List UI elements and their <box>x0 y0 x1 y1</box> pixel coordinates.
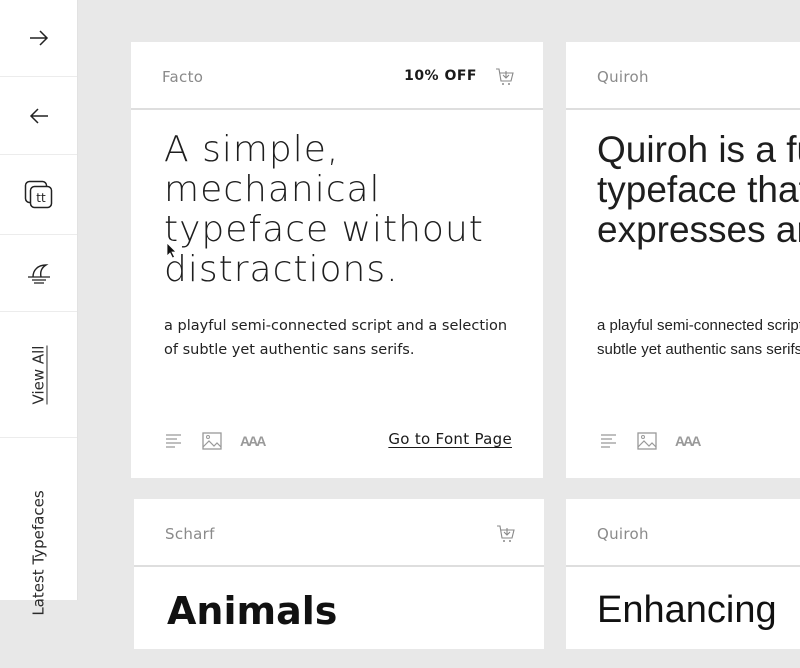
font-card-quiroh-2: Quiroh Enhancing <box>566 499 800 649</box>
svg-text:tt: tt <box>36 191 46 205</box>
font-card-scharf: Scharf Animals <box>134 499 544 649</box>
font-headline-sample: A simple, mechanical typeface without di… <box>164 129 484 290</box>
tt-stack-icon: tt <box>24 180 52 208</box>
font-headline-sample: Quiroh is a functional typeface that exp… <box>597 129 800 250</box>
font-size-icon[interactable]: AAA <box>240 431 266 451</box>
font-headline-sample: Enhancing <box>597 589 777 631</box>
font-size-icon[interactable]: AAA <box>675 431 701 451</box>
view-all-link-wrap: View All <box>0 312 77 438</box>
view-all-link[interactable]: View All <box>30 345 48 404</box>
go-to-font-page-link[interactable]: Go to Font Page <box>388 430 512 448</box>
card-header: Quiroh <box>566 499 800 567</box>
arrow-right-icon <box>29 30 48 46</box>
mouse-cursor-icon <box>166 242 177 259</box>
image-icon[interactable] <box>202 431 222 451</box>
font-card-quiroh: Quiroh Quiroh is a functional typeface t… <box>566 42 800 478</box>
font-name: Quiroh <box>597 68 649 86</box>
font-description: a playful semi-connected script and a se… <box>597 317 800 358</box>
section-label: Latest Typefaces <box>29 490 48 616</box>
discount-badge: 10% OFF <box>404 68 477 84</box>
card-header: Scharf <box>134 499 544 567</box>
next-button[interactable] <box>0 0 77 77</box>
font-name: Scharf <box>165 525 215 543</box>
font-card-facto: Facto 10% OFF A simple, mechanical typef… <box>131 42 543 478</box>
text-align-icon[interactable] <box>599 431 619 451</box>
add-to-cart-icon[interactable] <box>496 524 516 544</box>
card-header: Facto 10% OFF <box>131 42 543 110</box>
previous-button[interactable] <box>0 77 77 155</box>
card-header: Quiroh <box>566 42 800 110</box>
arrow-left-icon <box>29 107 48 124</box>
section-label-wrap: Latest Typefaces <box>0 438 77 668</box>
font-description: a playful semi-connected script and a se… <box>164 318 508 358</box>
brand-logo-button[interactable]: tt <box>0 155 77 235</box>
font-name: Facto <box>162 68 204 86</box>
preview-tools: AAA <box>599 431 701 451</box>
font-headline-sample: Animals <box>167 589 338 633</box>
wave-icon <box>27 264 50 284</box>
sidebar: tt View All Latest Typefaces <box>0 0 78 616</box>
add-to-cart-icon[interactable] <box>495 67 515 87</box>
text-align-icon[interactable] <box>164 431 184 451</box>
preview-tools: AAA <box>164 431 266 451</box>
font-name: Quiroh <box>597 525 649 543</box>
wave-button[interactable] <box>0 235 77 312</box>
image-icon[interactable] <box>637 431 657 451</box>
